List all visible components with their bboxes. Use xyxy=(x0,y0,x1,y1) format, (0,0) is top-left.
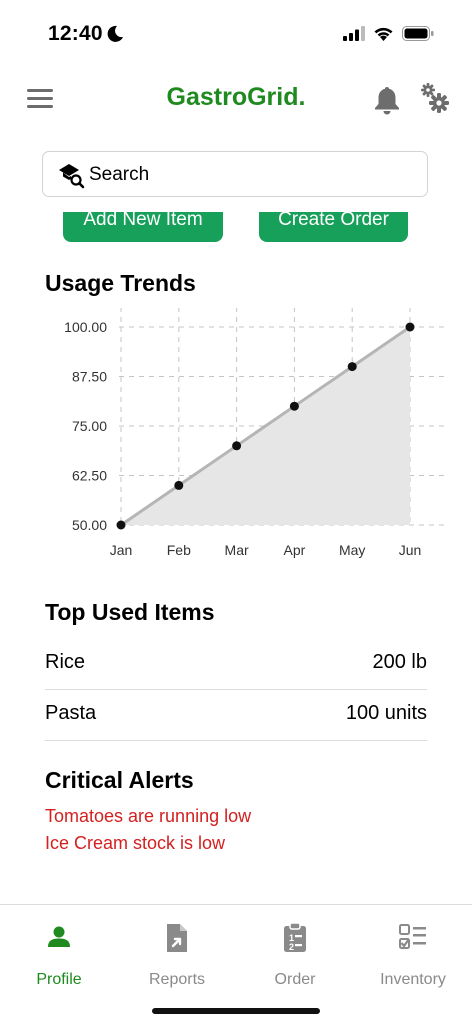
chart-point xyxy=(174,480,184,490)
chart-point xyxy=(289,401,299,411)
app-header: GastroGrid. xyxy=(0,72,472,128)
alert-message: Ice Cream stock is low xyxy=(45,833,226,853)
item-name: Rice xyxy=(45,651,86,673)
chart-x-tick-label: Jan xyxy=(110,542,133,558)
chart-y-tick-label: 87.50 xyxy=(72,369,107,385)
create-order-button[interactable]: Create Order xyxy=(259,212,408,242)
usage-trends-chart: 100.00 87.50 75.00 62.50 50.00 Jan Feb Mar Apr M… xyxy=(64,308,448,558)
app-title: GastroGrid. xyxy=(166,83,306,111)
bottom-tab-bar: Profile Reports 1 2 Order Inventory xyxy=(0,904,472,1025)
chart-point xyxy=(116,520,126,530)
alert-message: Tomatoes are running low xyxy=(45,806,252,826)
chart-x-tick-label: May xyxy=(339,542,365,558)
chart-y-tick-label: 100.00 xyxy=(64,319,107,335)
person-icon xyxy=(48,926,70,947)
chart-point xyxy=(232,441,242,451)
tab-order[interactable]: 1 2 Order xyxy=(236,905,354,1005)
chart-x-tick-label: Jun xyxy=(399,542,422,558)
chart-y-tick-labels: 100.00 87.50 75.00 62.50 50.00 xyxy=(64,319,107,533)
svg-text:2: 2 xyxy=(289,942,294,952)
tab-label: Reports xyxy=(148,971,206,988)
status-time: 12:40 xyxy=(48,22,103,45)
status-icons xyxy=(343,26,434,41)
search-input[interactable] xyxy=(87,160,411,190)
tab-label: Inventory xyxy=(380,971,446,988)
tab-label: Order xyxy=(274,971,316,988)
status-bar: 12:40 xyxy=(0,0,472,70)
checklist-icon xyxy=(399,924,426,949)
chart-x-tick-label: Mar xyxy=(225,542,249,558)
chart-y-tick-label: 75.00 xyxy=(72,418,107,434)
bell-icon[interactable] xyxy=(373,85,401,115)
list-item: Pasta 100 units xyxy=(45,690,427,741)
critical-alerts-title: Critical Alerts xyxy=(45,767,194,793)
chart-x-tick-labels: Jan Feb Mar Apr May Jun xyxy=(110,542,422,558)
item-quantity: 100 units xyxy=(345,702,427,724)
tab-label: Profile xyxy=(36,971,82,988)
list-item: Rice 200 lb xyxy=(45,639,427,690)
settings-gears-icon[interactable] xyxy=(419,82,451,114)
clipboard-list-icon: 1 2 xyxy=(284,922,306,952)
signal-icon xyxy=(343,26,365,41)
add-new-item-button[interactable]: Add New Item xyxy=(63,212,223,242)
chart-x-tick-label: Feb xyxy=(167,542,191,558)
usage-trends-title: Usage Trends xyxy=(45,270,196,296)
battery-icon xyxy=(402,26,434,41)
chart-y-tick-label: 50.00 xyxy=(72,517,107,533)
search-icon xyxy=(59,164,85,189)
tab-inventory[interactable]: Inventory xyxy=(354,905,472,1005)
chart-point xyxy=(347,362,357,372)
report-icon xyxy=(167,924,187,952)
item-quantity: 200 lb xyxy=(372,651,428,673)
wifi-icon xyxy=(374,27,393,41)
top-used-items-title: Top Used Items xyxy=(45,599,215,625)
chart-x-tick-label: Apr xyxy=(284,542,306,558)
chart-point xyxy=(405,322,415,332)
action-buttons: Add New Item Create Order xyxy=(0,212,472,246)
moon-icon xyxy=(107,25,123,42)
chart-y-tick-label: 62.50 xyxy=(72,468,107,484)
home-indicator xyxy=(152,1008,320,1014)
tab-reports[interactable]: Reports xyxy=(118,905,236,1005)
tab-profile[interactable]: Profile xyxy=(0,905,118,1005)
search-bar[interactable] xyxy=(42,151,428,197)
item-name: Pasta xyxy=(45,702,97,724)
